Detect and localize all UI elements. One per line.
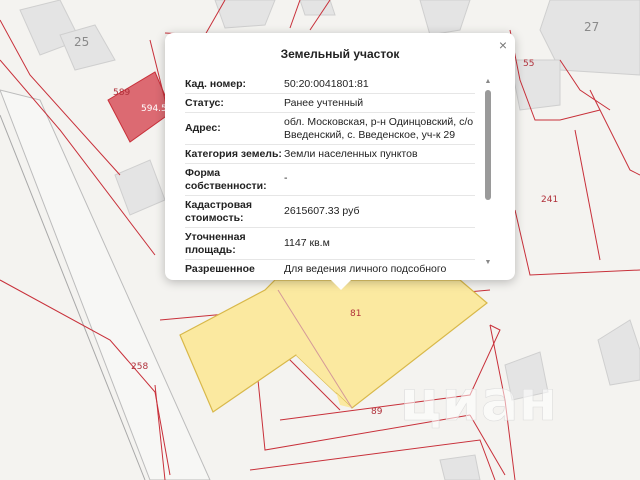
- field-value: Для ведения личного подсобного: [284, 263, 447, 275]
- field-key: Категория земель:: [185, 148, 282, 160]
- field-value: 50:20:0041801:81: [284, 78, 369, 90]
- scroll-up-arrow-icon[interactable]: ▲: [484, 78, 492, 85]
- popup-pointer: [330, 279, 352, 290]
- field-value: Земли населенных пунктов: [284, 148, 418, 160]
- field-row-status: Статус: Ранее учтенный: [185, 94, 475, 113]
- field-value: 1147 кв.м: [284, 237, 330, 249]
- parcel-label-81: 81: [350, 309, 362, 319]
- parcel-info-popup: Земельный участок × Кад. номер: 50:20:00…: [165, 33, 515, 280]
- popup-fields: Кад. номер: 50:20:0041801:81 Статус: Ран…: [185, 75, 475, 275]
- field-value: Ранее учтенный: [284, 97, 364, 109]
- field-row-area: Уточненная площадь: 1147 кв.м: [185, 228, 475, 260]
- field-row-permitted-use: Разрешенное Для ведения личного подсобно…: [185, 260, 475, 275]
- close-icon[interactable]: ×: [499, 37, 507, 53]
- field-key: Разрешенное: [185, 263, 255, 275]
- field-key: Форма собственности:: [185, 167, 267, 192]
- field-row-land-category: Категория земель: Земли населенных пункт…: [185, 145, 475, 164]
- field-row-ownership: Форма собственности: -: [185, 164, 475, 196]
- parcel-label-594: 594.5: [141, 104, 167, 114]
- popup-scrollbar[interactable]: ▲ ▼: [484, 78, 492, 266]
- field-key: Статус:: [185, 97, 224, 109]
- field-key: Уточненная площадь:: [185, 231, 246, 256]
- scroll-down-arrow-icon[interactable]: ▼: [484, 259, 492, 266]
- parcel-label-258: 258: [131, 362, 149, 372]
- building-number-27: 27: [584, 20, 600, 34]
- parcel-label-89: 89: [371, 407, 383, 417]
- building-number-25: 25: [74, 35, 90, 49]
- field-row-address: Адрес: обл. Московская, р-н Одинцовский,…: [185, 113, 475, 145]
- parcel-label-589: 589: [113, 88, 131, 98]
- parcel-label-55: 55: [523, 59, 535, 69]
- field-row-cadastral-number: Кад. номер: 50:20:0041801:81: [185, 75, 475, 94]
- field-value: -: [284, 172, 288, 184]
- watermark-text: циан: [400, 369, 557, 434]
- field-value: обл. Московская, р-н Одинцовский, с/о Вв…: [284, 116, 474, 141]
- field-key: Адрес:: [185, 122, 221, 134]
- popup-title: Земельный участок: [280, 47, 400, 61]
- field-key: Кад. номер:: [185, 78, 247, 90]
- field-key: Кадастровая стоимость:: [185, 199, 252, 224]
- scrollbar-thumb[interactable]: [485, 90, 491, 200]
- field-value: 2615607.33 руб: [284, 205, 360, 217]
- parcel-label-241: 241: [541, 195, 559, 205]
- field-row-cadastral-value: Кадастровая стоимость: 2615607.33 руб: [185, 196, 475, 228]
